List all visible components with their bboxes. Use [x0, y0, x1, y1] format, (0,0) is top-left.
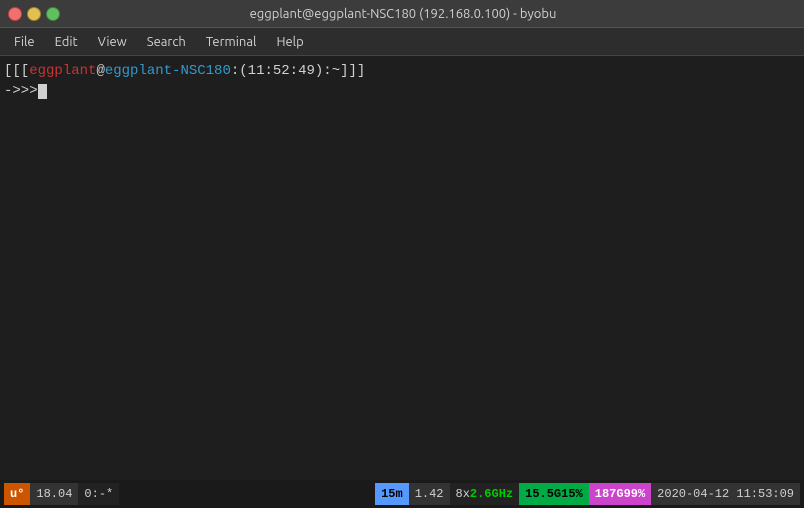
window-controls[interactable] — [8, 7, 60, 21]
status-mem-usage: 15.5G15% — [519, 483, 589, 505]
at-sign: @ — [96, 62, 104, 82]
disk-pct: 99% — [624, 487, 646, 501]
disk-used: 187G — [595, 487, 624, 501]
terminal-line-1: [[[eggplant@eggplant-NSC180:(11:52:49):~… — [4, 62, 800, 82]
status-u-badge: u° — [4, 483, 30, 505]
status-ubuntu-version: 18.04 — [30, 483, 78, 505]
status-session: 0:-* — [78, 483, 119, 505]
status-disk-usage: 187G99% — [589, 483, 651, 505]
menu-edit[interactable]: Edit — [45, 32, 88, 52]
hostname: eggplant-NSC180 — [105, 62, 231, 82]
menubar: File Edit View Search Terminal Help — [0, 28, 804, 56]
minimize-button[interactable] — [27, 7, 41, 21]
cpu-cores-label: 8x — [456, 487, 470, 501]
mem-used: 15.5G — [525, 487, 561, 501]
titlebar: eggplant@eggplant-NSC180 (192.168.0.100)… — [0, 0, 804, 28]
menu-terminal[interactable]: Terminal — [196, 32, 267, 52]
status-cpu-cores: 8x2.6GHz — [450, 483, 520, 505]
maximize-button[interactable] — [46, 7, 60, 21]
status-load-avg: 1.42 — [409, 483, 450, 505]
prompt-rest: :(11:52:49):~]]] — [231, 62, 365, 82]
cpu-freq-label: 2.6GHz — [470, 487, 513, 501]
bracket-outer-open: [[[ — [4, 62, 29, 82]
menu-search[interactable]: Search — [137, 32, 196, 52]
menu-file[interactable]: File — [4, 32, 45, 52]
close-button[interactable] — [8, 7, 22, 21]
menu-help[interactable]: Help — [266, 32, 313, 52]
status-time: 11:53:09 — [736, 487, 794, 501]
status-mem-window: 15m — [375, 483, 409, 505]
window-title: eggplant@eggplant-NSC180 (192.168.0.100)… — [60, 7, 746, 21]
status-date: 2020-04-12 — [657, 487, 729, 501]
username: eggplant — [29, 62, 96, 82]
statusbar: u° 18.04 0:-* 15m 1.42 8x2.6GHz 15.5G15%… — [0, 480, 804, 508]
terminal-line-2: ->>> — [4, 82, 800, 102]
cursor — [38, 84, 47, 99]
menu-view[interactable]: View — [88, 32, 137, 52]
mem-pct: 15% — [561, 487, 583, 501]
terminal-area[interactable]: [[[eggplant@eggplant-NSC180:(11:52:49):~… — [0, 56, 804, 480]
status-datetime: 2020-04-12 11:53:09 — [651, 483, 800, 505]
prompt-arrow: ->>> — [4, 82, 38, 102]
